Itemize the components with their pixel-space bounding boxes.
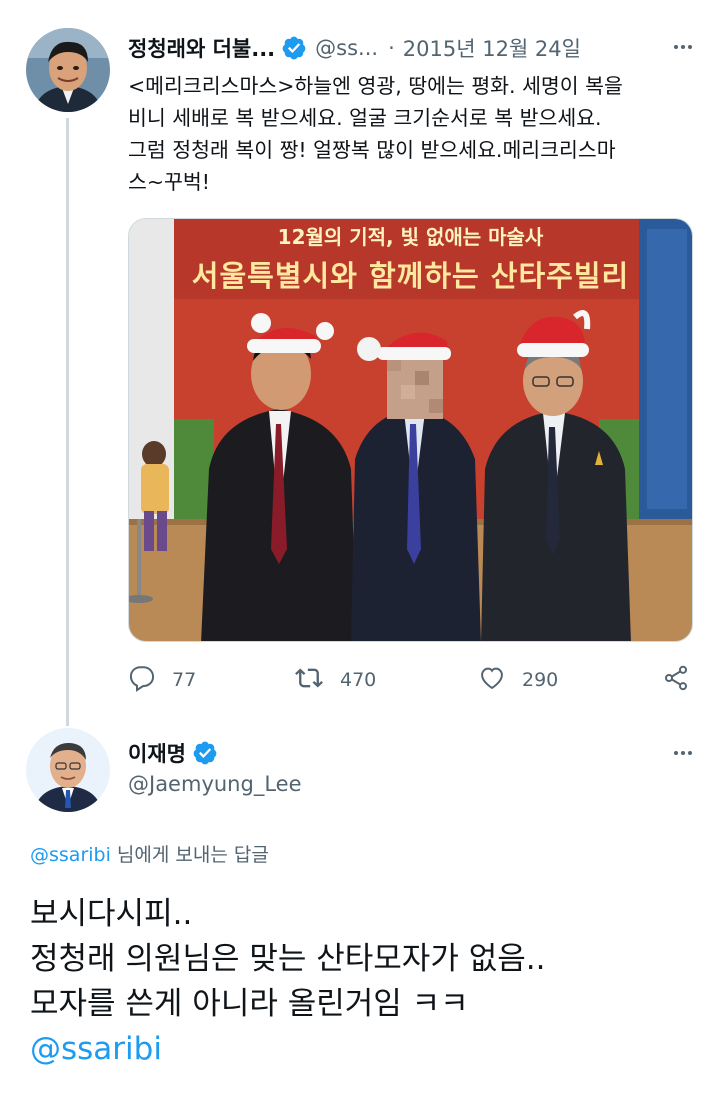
reply-author-handle[interactable]: @Jaemyung_Lee	[128, 772, 302, 796]
author-avatar[interactable]	[26, 28, 110, 112]
heart-icon	[478, 664, 522, 697]
retweet-button[interactable]: 470	[294, 660, 376, 700]
verified-badge-icon	[192, 740, 218, 766]
reply-line: 보시다시피..	[30, 896, 193, 932]
reply-author-name[interactable]: 이재명	[128, 738, 186, 768]
reply-mention-link[interactable]: @ssaribi	[30, 1027, 700, 1072]
share-icon	[662, 664, 706, 697]
reply-line: 정청래 의원님은 맞는 산타모자가 없음..	[30, 941, 546, 977]
reply-line: 모자를 쓴게 아니라 올린거임 ㅋㅋ	[30, 986, 469, 1022]
tweet-text: <메리크리스마스>하늘엔 영광, 땅에는 평화. 세명이 복을 비니 세배로 복…	[128, 74, 623, 194]
tweet-header: 정청래와 더불... @ss... · 2015년 12월 24일	[128, 30, 698, 66]
author-name[interactable]: 정청래와 더불...	[128, 33, 275, 63]
photo-banner-line1: 12월의 기적, 빛 없애는 마술사	[277, 225, 544, 249]
tweet-photo[interactable]: 12월의 기적, 빛 없애는 마술사 서울특별시와 함께하는 산타주빌리	[128, 218, 693, 642]
retweet-count: 470	[340, 669, 377, 691]
tweet-date[interactable]: 2015년 12월 24일	[403, 33, 581, 63]
like-count: 290	[522, 669, 559, 691]
verified-badge-icon	[281, 35, 307, 61]
reply-author-avatar[interactable]	[26, 728, 110, 812]
reply-icon	[128, 664, 172, 697]
retweet-icon	[294, 664, 340, 697]
reply-author-name-row: 이재명	[128, 738, 218, 768]
thread-connector-line	[66, 118, 69, 726]
author-handle[interactable]: @ss...	[315, 36, 378, 60]
replying-to-line: @ssaribi 님에게 보내는 답글	[30, 840, 269, 867]
like-button[interactable]: 290	[478, 660, 558, 700]
replying-to-suffix: 님에게 보내는 답글	[110, 844, 269, 866]
share-button[interactable]	[662, 660, 706, 700]
replying-to-mention[interactable]: @ssaribi	[30, 844, 111, 866]
reply-button[interactable]: 77	[128, 660, 196, 700]
tweet-action-bar: 77 470 290	[128, 660, 698, 700]
more-icon[interactable]	[668, 32, 698, 62]
reply-text: 보시다시피.. 정청래 의원님은 맞는 산타모자가 없음.. 모자를 쓴게 아니…	[30, 892, 700, 1072]
reply-count: 77	[172, 669, 197, 691]
separator-dot: ·	[388, 36, 395, 60]
more-icon[interactable]	[668, 738, 698, 768]
photo-banner-line2: 서울특별시와 함께하는 산타주빌리	[191, 259, 630, 293]
